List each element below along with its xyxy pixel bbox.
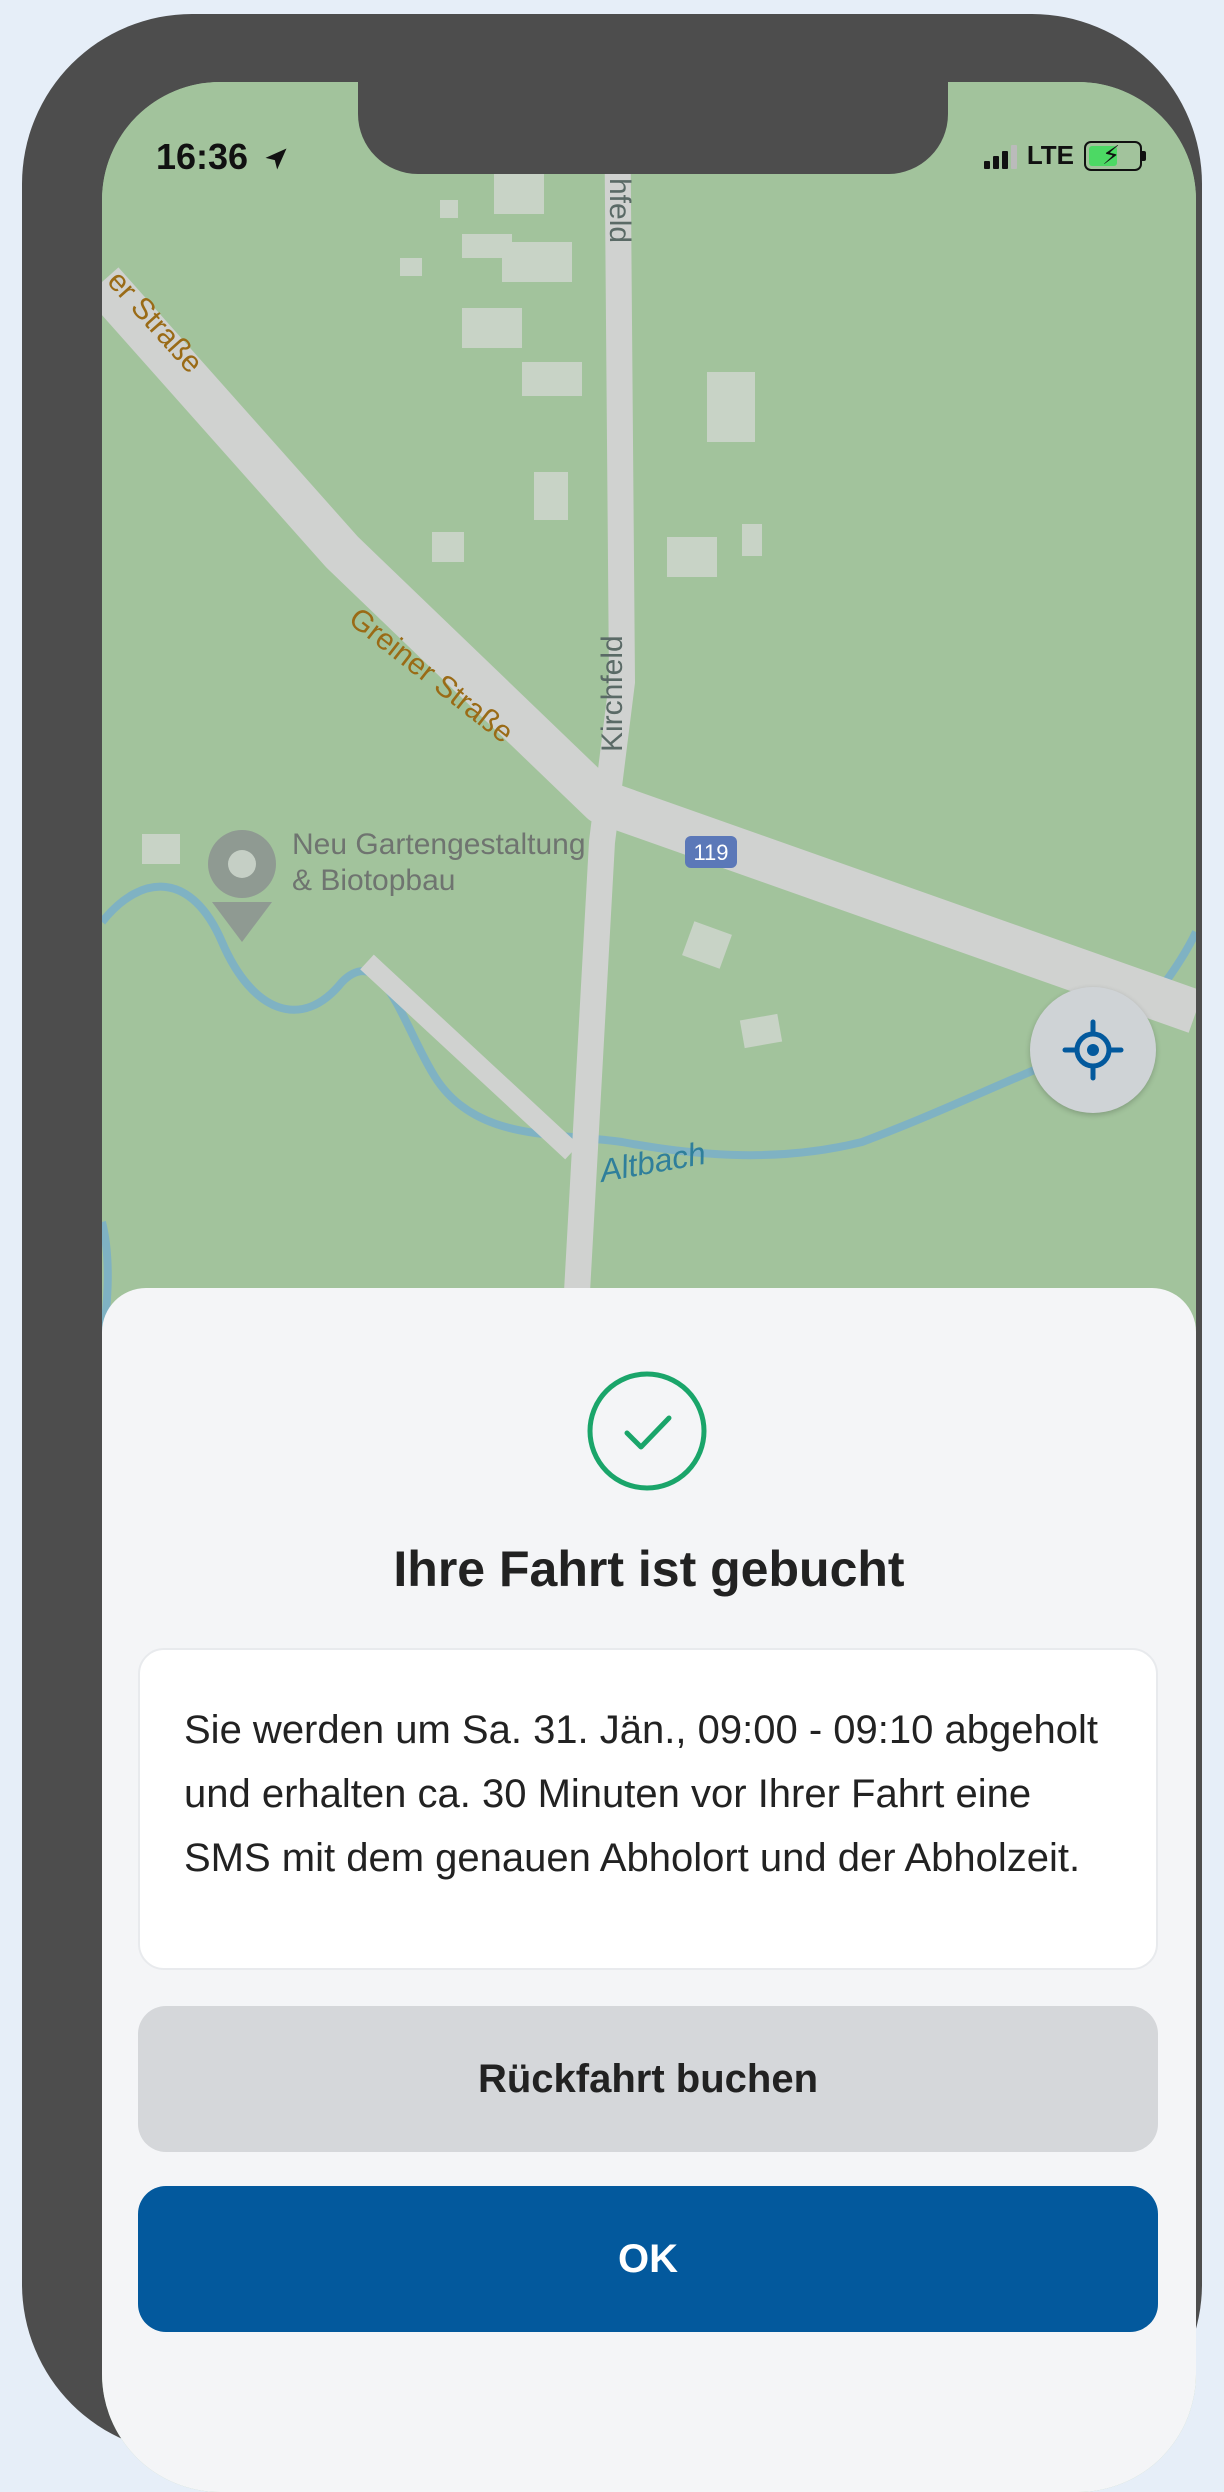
status-time: 16:36 <box>156 136 290 178</box>
signal-icon <box>983 143 1017 169</box>
route-badge-label: 119 <box>693 840 728 865</box>
map-label-poi-2: & Biotopbau <box>292 864 455 897</box>
locate-me-button[interactable] <box>1030 987 1156 1113</box>
ok-button[interactable]: OK <box>138 2186 1158 2332</box>
network-label: LTE <box>1026 140 1074 170</box>
map-label-street-3: Kirchfeld <box>596 635 629 752</box>
confirmation-sheet: Ihre Fahrt ist gebucht Sie werden um Sa.… <box>102 1288 1196 2492</box>
book-return-trip-label: Rückfahrt buchen <box>477 2056 819 2101</box>
map-label-street-4: hfeld <box>603 178 636 243</box>
booking-info-card: Sie werden um Sa. 31. Jän., 09:00 - 09:1… <box>138 1648 1158 1970</box>
status-time-text: 16:36 <box>156 136 249 177</box>
book-return-trip-button[interactable]: Rückfahrt buchen <box>138 2006 1158 2152</box>
map-label-poi-1: Neu Gartengestaltung <box>292 828 586 861</box>
camera-notch <box>358 82 948 174</box>
location-arrow-icon <box>265 148 287 170</box>
screen: 119 er Straße Greiner Straße Kirchfeld h… <box>102 82 1196 2492</box>
ok-label: OK <box>618 2236 678 2281</box>
map-view[interactable]: 119 er Straße Greiner Straße Kirchfeld h… <box>102 82 1196 1382</box>
booking-info-text: Sie werden um Sa. 31. Jän., 09:00 - 09:1… <box>184 1708 1098 1880</box>
battery-charging-icon: ⚡ <box>1084 140 1146 171</box>
phone-frame: 119 er Straße Greiner Straße Kirchfeld h… <box>22 14 1202 2492</box>
status-indicators: LTE ⚡ <box>983 140 1146 171</box>
confirmation-title: Ihre Fahrt ist gebucht <box>393 1541 905 1597</box>
crosshair-location-icon <box>1062 1019 1124 1081</box>
check-circle-icon <box>587 1371 707 1491</box>
